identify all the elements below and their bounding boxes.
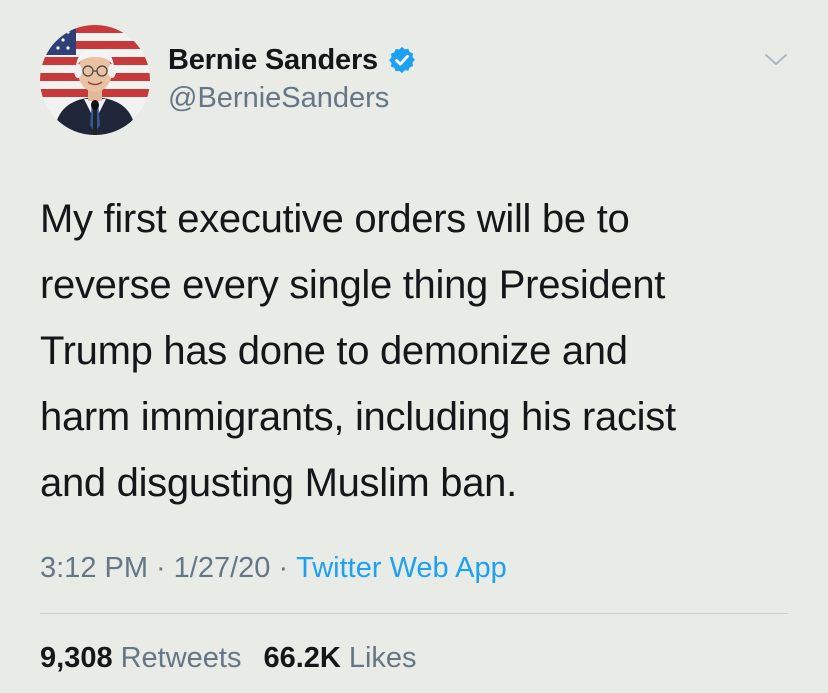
tweet-date[interactable]: 1/27/20 — [174, 552, 271, 585]
chevron-down-icon[interactable] — [761, 48, 791, 72]
meta-separator: · — [278, 551, 289, 584]
author-name[interactable]: Bernie Sanders — [168, 44, 378, 77]
verified-badge-icon — [387, 45, 417, 75]
likes-stat[interactable]: 66.2K Likes — [263, 642, 416, 675]
likes-label: Likes — [348, 641, 417, 674]
tweet-source-link[interactable]: Twitter Web App — [296, 552, 507, 585]
avatar-image — [40, 25, 150, 135]
divider — [40, 613, 788, 614]
retweets-stat[interactable]: 9,308 Retweets — [40, 642, 241, 675]
tweet-time[interactable]: 3:12 PM — [40, 552, 148, 585]
tweet-text: My first executive orders will be to rev… — [40, 197, 676, 505]
tweet-stats: 9,308 Retweets 66.2K Likes — [40, 638, 417, 678]
likes-count: 66.2K — [263, 641, 341, 674]
avatar[interactable] — [40, 25, 150, 135]
retweets-label: Retweets — [120, 641, 242, 674]
meta-separator: · — [156, 551, 166, 584]
retweets-count: 9,308 — [40, 641, 113, 674]
tweet-card: Bernie Sanders @BernieSanders My first e… — [0, 0, 828, 693]
tweet-meta: 3:12 PM · 1/27/20 · Twitter Web App — [40, 548, 507, 588]
author-handle[interactable]: @BernieSanders — [168, 82, 389, 115]
author-name-row: Bernie Sanders — [168, 41, 417, 79]
